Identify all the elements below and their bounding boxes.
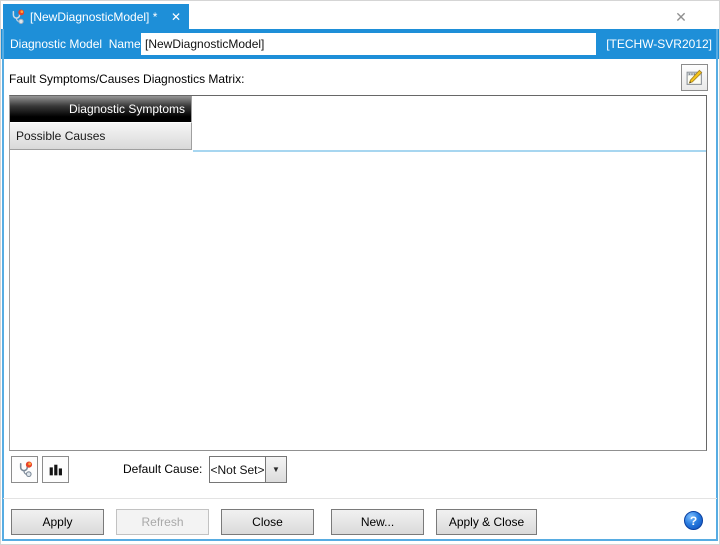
tab-bar: [NewDiagnosticModel] * ✕ ✕	[1, 1, 719, 29]
matrix-row-highlight-line	[193, 150, 706, 152]
symptoms-header-cell: Diagnostic Symptoms	[10, 96, 192, 122]
matrix-section-label: Fault Symptoms/Causes Diagnostics Matrix…	[9, 72, 244, 86]
tab-close-icon[interactable]: ✕	[171, 11, 181, 23]
default-cause-combobox[interactable]: <Not Set> ▼	[209, 456, 287, 483]
question-mark-icon: ?	[690, 515, 697, 527]
note-edit-icon	[685, 68, 704, 87]
diagnostics-matrix: Diagnostic Symptoms Possible Causes	[9, 95, 707, 451]
apply-and-close-button[interactable]: Apply & Close	[436, 509, 537, 535]
server-badge: [TECHW-SVR2012]	[606, 29, 712, 59]
diagnostic-model-window: [NewDiagnosticModel] * ✕ ✕ Diagnostic Mo…	[0, 0, 720, 545]
close-button[interactable]: Close	[221, 509, 314, 535]
apply-button[interactable]: Apply	[11, 509, 104, 535]
causes-header-cell: Possible Causes	[10, 122, 192, 150]
tab-title: [NewDiagnosticModel] *	[30, 10, 166, 24]
diagnostic-model-name-input[interactable]	[141, 33, 596, 55]
stethoscope-alert-icon	[9, 9, 25, 25]
dropdown-button[interactable]: ▼	[265, 457, 286, 482]
stethoscope-alert-icon	[16, 461, 33, 478]
new-button[interactable]: New...	[331, 509, 424, 535]
edit-matrix-button[interactable]	[681, 64, 708, 91]
chevron-down-icon: ▼	[272, 465, 280, 474]
bar-chart-icon	[47, 461, 64, 478]
footer-separator	[3, 498, 717, 499]
diagnostic-view-button[interactable]	[11, 456, 38, 483]
window-close-icon[interactable]: ✕	[672, 8, 690, 26]
default-cause-value: <Not Set>	[210, 457, 265, 482]
tab-new-diagnostic-model[interactable]: [NewDiagnosticModel] * ✕	[3, 4, 189, 29]
chart-view-button[interactable]	[42, 456, 69, 483]
diagnostic-model-name-label: Diagnostic Model Name:	[10, 29, 144, 59]
refresh-button[interactable]: Refresh	[116, 509, 209, 535]
name-bar: Diagnostic Model Name: [TECHW-SVR2012]	[1, 29, 719, 59]
help-button[interactable]: ?	[684, 511, 703, 530]
default-cause-label: Default Cause:	[123, 456, 202, 483]
